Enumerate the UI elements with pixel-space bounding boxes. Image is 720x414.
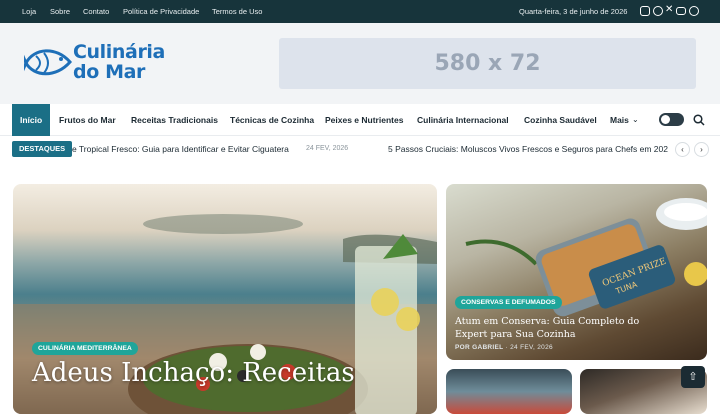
ticker-label: DESTAQUES [12, 141, 73, 157]
nav-tecnicas-de-cozinha[interactable]: Técnicas de Cozinha [230, 104, 314, 136]
ticker-item-2[interactable]: 5 Passos Cruciais: Moluscos Vivos Fresco… [388, 144, 668, 154]
nav-cozinha-saudavel[interactable]: Cozinha Saudável [524, 104, 597, 136]
ticker-prev-button[interactable]: ‹ [675, 142, 690, 157]
link-loja[interactable]: Loja [22, 7, 36, 16]
nav-receitas-tradicionais[interactable]: Receitas Tradicionais [131, 104, 218, 136]
youtube-icon[interactable] [676, 7, 686, 15]
main-nav: Início Frutos do Mar Receitas Tradiciona… [0, 104, 720, 136]
side-article-meta: POR GABRIEL · 24 FEV, 2026 [455, 344, 553, 351]
nav-inicio[interactable]: Início [12, 104, 51, 136]
fish-logo-icon[interactable] [24, 44, 74, 82]
search-icon[interactable] [693, 114, 705, 126]
ticker: e Tropical Fresco: Guia para Identificar… [72, 140, 672, 160]
dark-mode-toggle[interactable] [659, 113, 684, 126]
chevron-down-icon[interactable]: ⌄ [632, 104, 639, 136]
featured-title[interactable]: Adeus Inchaço: Receitas [32, 358, 432, 388]
ticker-item-1[interactable]: e Tropical Fresco: Guia para Identificar… [72, 144, 289, 154]
link-termos[interactable]: Termos de Uso [212, 7, 262, 16]
logo-line-1: Culinária [73, 41, 165, 63]
publish-date: 24 FEV, 2026 [510, 344, 553, 351]
ad-placeholder[interactable]: 580 x 72 [279, 38, 696, 89]
top-bar: Loja Sobre Contato Política de Privacida… [0, 0, 720, 23]
instagram-icon[interactable] [640, 6, 650, 16]
site-logo[interactable]: Culinária do Mar [73, 42, 165, 82]
nav-frutos-do-mar[interactable]: Frutos do Mar [59, 104, 116, 136]
nav-mais[interactable]: Mais [610, 104, 629, 136]
nav-peixes-e-nutrientes[interactable]: Peixes e Nutrientes [325, 104, 403, 136]
side-category-badge[interactable]: CONSERVAS E DEFUMADOS [455, 296, 562, 309]
link-sobre[interactable]: Sobre [50, 7, 70, 16]
tiktok-icon[interactable] [689, 6, 699, 16]
nav-culinaria-internacional[interactable]: Culinária Internacional [417, 104, 509, 136]
side-article-title[interactable]: Atum em Conserva: Guia Completo do Exper… [455, 316, 655, 341]
link-privacidade[interactable]: Política de Privacidade [123, 7, 199, 16]
x-icon[interactable]: ✕ [665, 4, 673, 15]
toggle-knob [661, 115, 670, 124]
current-date: Quarta-feira, 3 de junho de 2026 [519, 7, 628, 16]
scroll-to-top-button[interactable]: ⇧ [681, 366, 705, 388]
ticker-date-1: 24 FEV, 2026 [306, 145, 349, 152]
facebook-icon[interactable] [653, 6, 663, 16]
author[interactable]: POR GABRIEL [455, 344, 503, 351]
logo-line-2: do Mar [73, 61, 145, 83]
link-contato[interactable]: Contato [83, 7, 109, 16]
featured-category-badge[interactable]: CULINÁRIA MEDITERRÂNEA [32, 342, 138, 355]
article-thumbnail-1[interactable] [446, 369, 572, 414]
ticker-next-button[interactable]: › [694, 142, 709, 157]
